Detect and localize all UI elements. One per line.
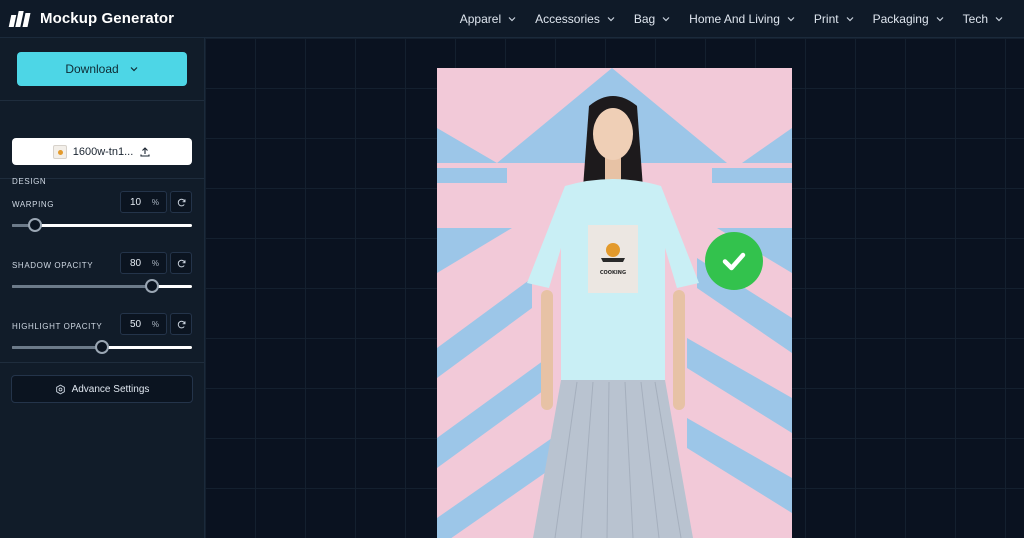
warping-label: WARPING	[12, 200, 55, 209]
check-icon[interactable]	[705, 232, 763, 290]
nav-item-label: Accessories	[535, 12, 600, 26]
brand-logo-icon	[8, 10, 32, 27]
advance-settings-button[interactable]: Advance Settings	[11, 375, 193, 403]
chevron-down-icon	[995, 17, 1003, 22]
mockup-scene: COOKING	[437, 68, 792, 538]
highlight-opacity-value-input[interactable]: 50 %	[120, 313, 167, 335]
chevron-down-icon	[508, 17, 516, 22]
warping-reset-button[interactable]	[170, 191, 192, 213]
settings-sidebar: Download DESIGN 1600w-tn1... WARPING 10 …	[0, 38, 205, 538]
design-thumbnail	[52, 144, 67, 159]
highlight-opacity-label: HIGHLIGHT OPACITY	[12, 322, 103, 331]
gear-icon	[55, 384, 65, 394]
slider-handle[interactable]	[95, 340, 109, 354]
highlight-opacity-reset-button[interactable]	[170, 313, 192, 335]
shadow-opacity-slider[interactable]	[12, 279, 192, 293]
warping-slider[interactable]	[12, 218, 192, 232]
main-nav: Apparel Accessories Bag Home And Living …	[460, 0, 1004, 38]
slider-fill	[12, 346, 102, 349]
nav-item-print[interactable]: Print	[814, 12, 855, 26]
percent-unit: %	[151, 258, 159, 268]
nav-item-label: Apparel	[459, 12, 502, 26]
design-file-name: 1600w-tn1...	[72, 145, 134, 158]
download-section: Download	[0, 38, 204, 101]
shadow-opacity-label: SHADOW OPACITY	[12, 261, 94, 270]
upload-icon	[140, 146, 150, 157]
chevron-down-icon	[607, 17, 615, 22]
download-button-label: Download	[65, 62, 119, 76]
mockup-preview-image: COOKING	[437, 68, 792, 538]
advance-settings-section: Advance Settings	[0, 362, 204, 410]
chevron-down-icon	[846, 17, 854, 22]
percent-unit: %	[151, 319, 159, 329]
shadow-opacity-value: 80	[130, 257, 142, 269]
nav-item-tech[interactable]: Tech	[963, 12, 1004, 26]
nav-item-bag[interactable]: Bag	[634, 12, 671, 26]
highlight-opacity-control: HIGHLIGHT OPACITY 50 %	[0, 301, 204, 362]
chevron-down-icon	[662, 17, 670, 22]
advance-settings-label: Advance Settings	[71, 383, 150, 395]
slider-handle[interactable]	[145, 279, 160, 293]
nav-item-label: Bag	[633, 12, 656, 26]
reset-icon	[177, 320, 185, 328]
nav-item-accessories[interactable]: Accessories	[535, 12, 616, 26]
shadow-opacity-reset-button[interactable]	[170, 252, 192, 274]
slider-handle[interactable]	[28, 218, 43, 232]
nav-item-apparel[interactable]: Apparel	[460, 12, 517, 26]
nav-item-label: Packaging	[872, 12, 929, 26]
chevron-down-icon	[936, 17, 944, 22]
print-text: COOKING	[600, 270, 626, 276]
highlight-opacity-value: 50	[130, 318, 142, 330]
design-upload-button[interactable]: 1600w-tn1...	[12, 138, 192, 165]
nav-item-label: Home And Living	[689, 12, 780, 26]
download-button[interactable]: Download	[17, 52, 187, 86]
nav-item-label: Tech	[962, 12, 988, 26]
reset-icon	[177, 259, 185, 267]
shadow-opacity-control: SHADOW OPACITY 80 %	[0, 240, 204, 301]
top-navigation-bar: Mockup Generator Apparel Accessories Bag…	[0, 0, 1024, 38]
nav-item-packaging[interactable]: Packaging	[873, 12, 945, 26]
warping-value: 10	[130, 196, 142, 208]
nav-item-home-and-living[interactable]: Home And Living	[689, 12, 796, 26]
brand[interactable]: Mockup Generator	[8, 10, 175, 27]
chevron-down-icon	[130, 67, 138, 72]
reset-icon	[177, 198, 185, 206]
warping-control: WARPING 10 %	[0, 179, 204, 240]
app-title: Mockup Generator	[40, 10, 175, 27]
shadow-opacity-value-input[interactable]: 80 %	[120, 252, 167, 274]
chevron-down-icon	[787, 17, 795, 22]
design-section: DESIGN 1600w-tn1...	[0, 101, 204, 186]
nav-item-label: Print	[813, 12, 839, 26]
checkmark-glyph	[722, 252, 746, 271]
warping-value-input[interactable]: 10 %	[120, 191, 167, 213]
slider-fill	[12, 285, 153, 288]
percent-unit: %	[151, 197, 159, 207]
preview-canvas: COOKING	[205, 38, 1024, 538]
highlight-opacity-slider[interactable]	[12, 340, 192, 354]
